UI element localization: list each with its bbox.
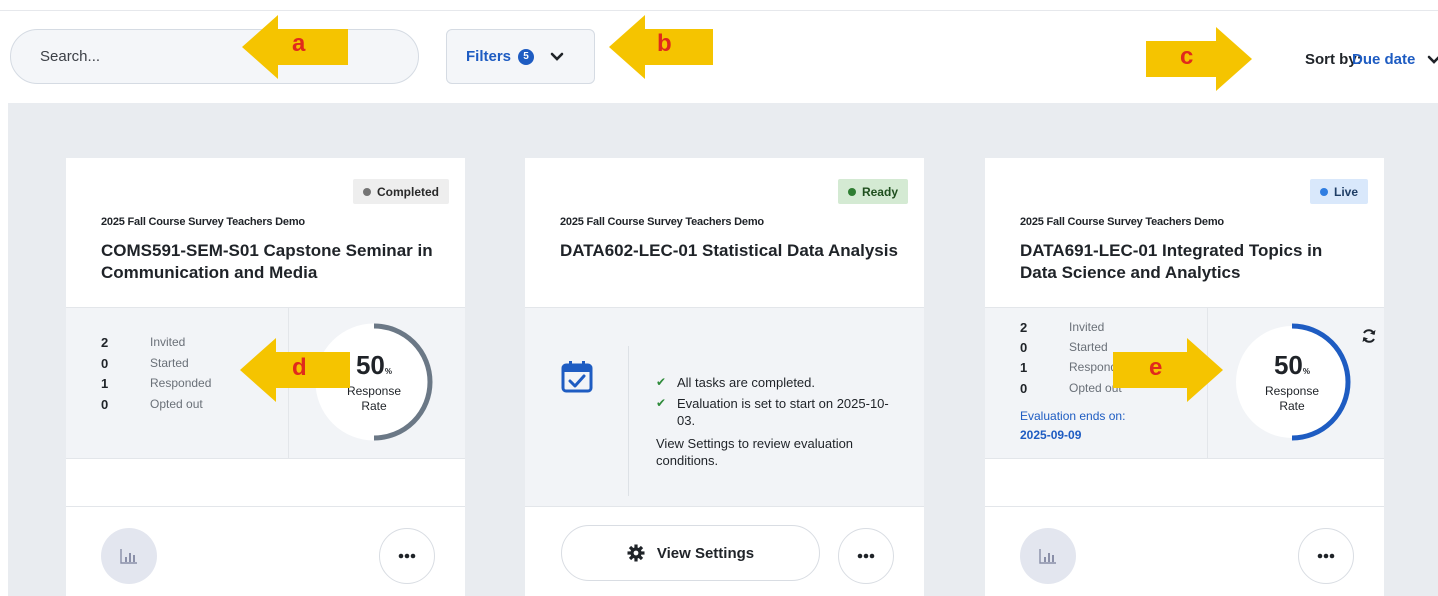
stat-label: Invited	[150, 335, 186, 349]
response-rate-ring: 50% Response Rate	[1232, 320, 1352, 444]
filters-button[interactable]: Filters 5	[446, 29, 595, 84]
view-settings-button[interactable]: View Settings	[561, 525, 820, 581]
stat-value: 2	[101, 335, 109, 350]
sort-dropdown[interactable]: Due date	[1352, 51, 1415, 68]
course-title: COMS591-SEM-S01 Capstone Seminar in Comm…	[101, 241, 433, 282]
stat-value: 2	[1020, 320, 1028, 335]
course-title: DATA691-LEC-01 Integrated Topics in Data…	[1020, 241, 1323, 282]
survey-card: Ready 2025 Fall Course Survey Teachers D…	[525, 158, 924, 596]
stat-label: Responded	[150, 376, 212, 390]
check-icon: ✔	[656, 396, 667, 410]
annotation-label: a	[292, 30, 306, 57]
annotation-arrow-a: a	[242, 15, 348, 79]
stat-label: Respond	[1069, 360, 1118, 374]
course-title: DATA602-LEC-01 Statistical Data Analysis	[560, 241, 898, 260]
bar-chart-icon	[120, 549, 137, 564]
response-rate-label: Response Rate	[1264, 384, 1320, 413]
annotation-label: c	[1180, 43, 1194, 70]
card-footer-divider	[66, 506, 465, 507]
stat-label: Started	[150, 356, 189, 370]
annotation-arrow-d: d	[240, 338, 350, 402]
annotation-arrow-b: b	[609, 15, 713, 79]
status-badge: Completed	[352, 179, 449, 204]
stat-value: 0	[101, 397, 109, 412]
status-badge: Live	[1309, 179, 1368, 204]
status-badge-label: Ready	[861, 184, 898, 199]
evaluation-ends-date: 2025-09-09	[1020, 428, 1082, 442]
stat-label: Opted out	[150, 397, 203, 411]
stat-value: 0	[1020, 340, 1028, 355]
search-input[interactable]: Search...	[10, 29, 419, 84]
settings-note: View Settings to review evaluation condi…	[656, 436, 854, 468]
more-options-button[interactable]	[838, 528, 894, 584]
tasks-panel: ✔ All tasks are completed. ✔ Evaluation …	[525, 307, 924, 507]
status-dot-icon	[847, 187, 856, 196]
stat-value: 0	[1020, 381, 1028, 396]
gear-icon	[627, 544, 645, 562]
survey-term: 2025 Fall Course Survey Teachers Demo	[101, 216, 305, 228]
stat-label: Started	[1069, 340, 1108, 354]
more-dots-icon	[857, 553, 875, 559]
filters-label: Filters	[466, 48, 512, 65]
bar-chart-icon	[1039, 549, 1056, 564]
response-rate-gauge	[1236, 323, 1351, 441]
filters-count-badge: 5	[518, 48, 535, 65]
status-badge-label: Completed	[376, 184, 439, 199]
status-dot-icon	[1319, 187, 1328, 196]
tasks-divider	[628, 346, 629, 496]
evaluation-ends-label: Evaluation ends on:	[1020, 409, 1126, 423]
card-footer-divider	[985, 506, 1384, 507]
annotation-label: b	[657, 30, 672, 57]
task-item: Evaluation is set to start on 2025-10-03…	[677, 396, 889, 428]
stat-value: 1	[1020, 360, 1028, 375]
response-rate-value: 50%	[1273, 350, 1311, 380]
annotation-label: e	[1149, 354, 1163, 381]
survey-term: 2025 Fall Course Survey Teachers Demo	[1020, 216, 1224, 228]
calendar-check-icon	[561, 361, 593, 393]
search-placeholder: Search...	[40, 48, 101, 65]
stat-label: Invited	[1069, 320, 1105, 334]
more-dots-icon	[398, 553, 416, 559]
stat-value: 1	[101, 376, 109, 391]
top-divider	[0, 10, 1438, 11]
chevron-down-icon	[546, 46, 568, 68]
more-options-button[interactable]	[1298, 528, 1354, 584]
annotation-label: d	[292, 354, 307, 381]
report-chart-button[interactable]	[101, 528, 157, 584]
refresh-icon[interactable]	[1361, 328, 1377, 344]
sort-chevron-icon[interactable]	[1427, 49, 1438, 69]
task-item: All tasks are completed.	[677, 375, 816, 390]
annotation-arrow-c: c	[1146, 27, 1252, 91]
stat-value: 0	[101, 356, 109, 371]
more-dots-icon	[1317, 553, 1335, 559]
check-icon: ✔	[656, 375, 667, 389]
annotation-arrow-e: e	[1113, 338, 1223, 402]
more-options-button[interactable]	[379, 528, 435, 584]
survey-term: 2025 Fall Course Survey Teachers Demo	[560, 216, 764, 228]
view-settings-label: View Settings	[656, 544, 755, 562]
status-badge-label: Live	[1333, 184, 1358, 199]
status-badge: Ready	[837, 179, 908, 204]
report-chart-button[interactable]	[1020, 528, 1076, 584]
status-dot-icon	[362, 187, 371, 196]
